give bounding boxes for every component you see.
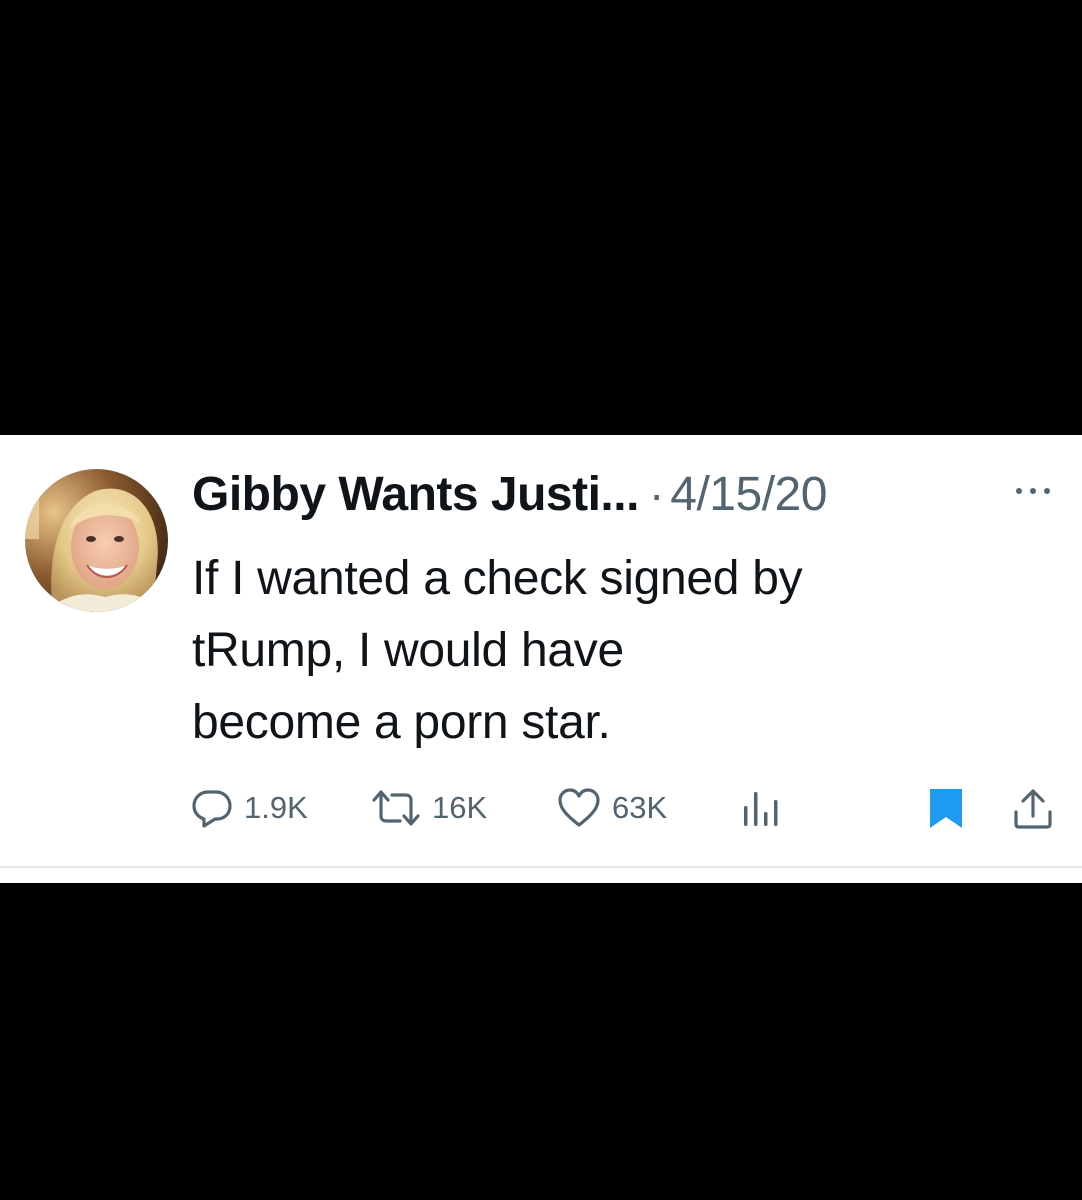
retweet-button[interactable]: 16K (370, 783, 487, 833)
avatar[interactable] (25, 469, 168, 612)
more-dots-icon (1016, 488, 1050, 494)
reply-count: 1.9K (244, 790, 308, 825)
heart-icon (556, 786, 602, 830)
card-divider (0, 866, 1082, 868)
avatar-photo (25, 469, 168, 612)
reply-icon (190, 786, 234, 830)
tweet-date[interactable]: 4/15/20 (670, 467, 827, 522)
views-chart-icon (740, 786, 780, 830)
more-options-button[interactable] (1010, 479, 1056, 503)
views-button[interactable] (740, 783, 780, 833)
tweet-card[interactable]: Gibby Wants Justi... · 4/15/20 If I want… (0, 435, 1082, 883)
share-icon (1012, 786, 1054, 830)
display-name[interactable]: Gibby Wants Justi... (192, 467, 639, 522)
bookmark-icon (928, 786, 964, 830)
bookmark-button[interactable] (928, 783, 964, 833)
share-button[interactable] (1012, 783, 1054, 833)
separator-dot: · (648, 468, 665, 520)
reply-button[interactable]: 1.9K (190, 783, 308, 833)
top-black-band (0, 0, 1082, 435)
tweet-header: Gibby Wants Justi... · 4/15/20 (192, 467, 827, 527)
like-count: 63K (612, 790, 668, 825)
retweet-icon (370, 786, 422, 830)
action-bar: 1.9K 16K 63K (190, 783, 1060, 833)
retweet-count: 16K (432, 790, 488, 825)
like-button[interactable]: 63K (556, 783, 667, 833)
tweet-text: If I wanted a check signed by tRump, I w… (192, 552, 803, 749)
bottom-black-band (0, 883, 1082, 1200)
